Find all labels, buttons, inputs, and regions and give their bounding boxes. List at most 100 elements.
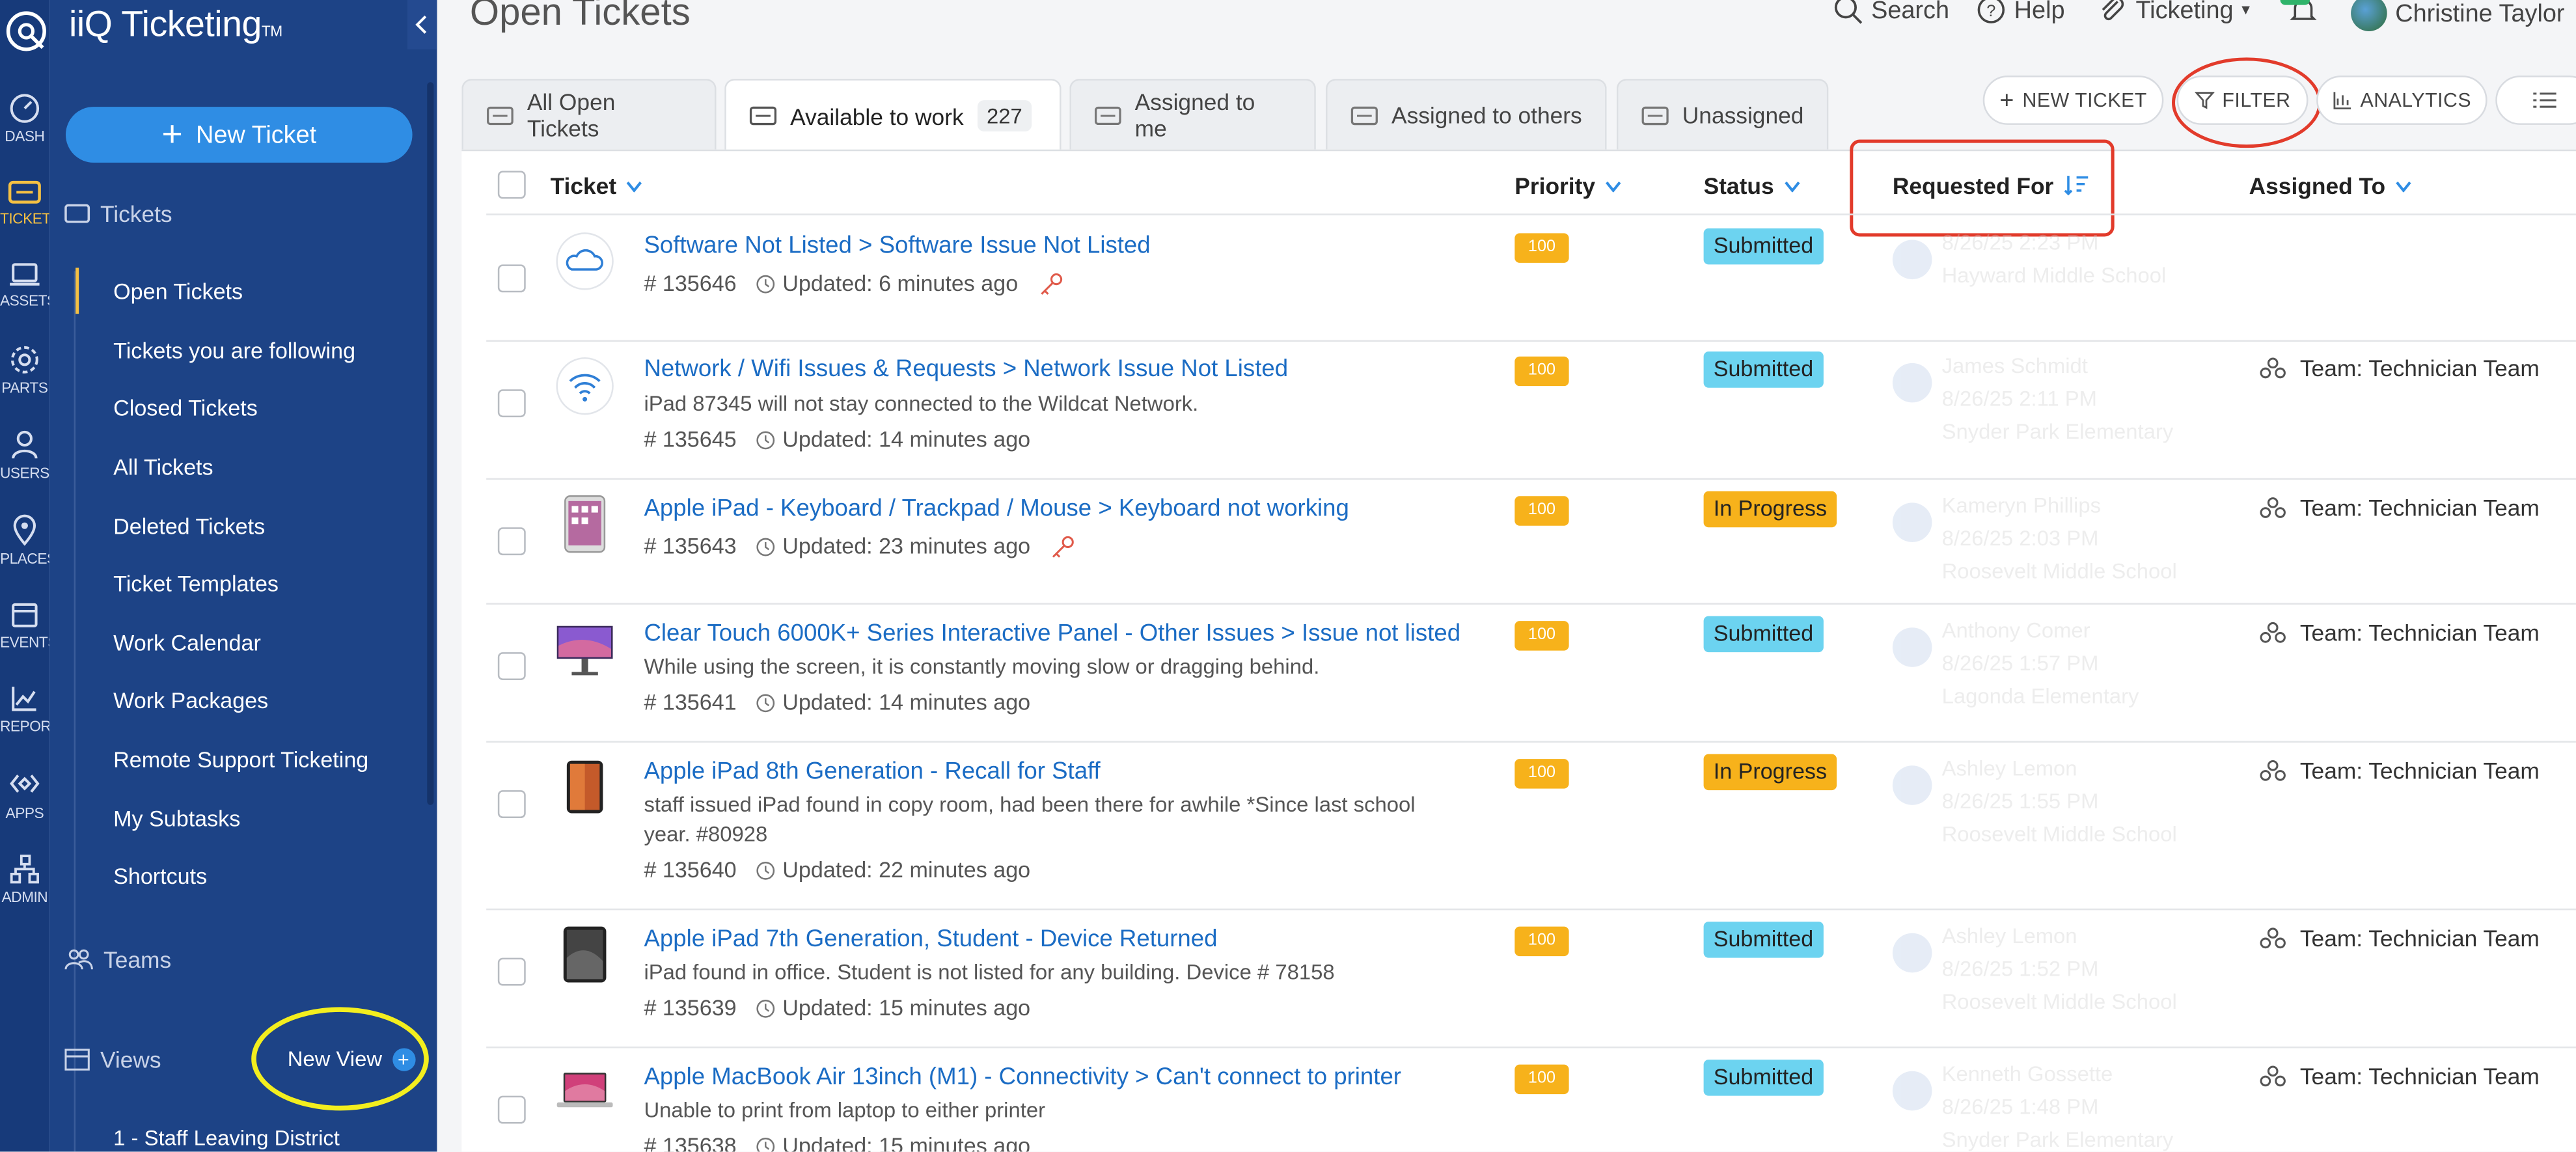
column-label: Assigned To	[2249, 172, 2386, 199]
sidebar-item-shortcuts[interactable]: Shortcuts	[113, 864, 207, 889]
tab-all-open-tickets[interactable]: All Open Tickets	[461, 79, 717, 150]
user-menu[interactable]: Christine Taylor	[2351, 0, 2565, 31]
help-button[interactable]: ? Help	[1977, 0, 2065, 25]
sidebar-item-open-tickets[interactable]: Open Tickets	[113, 279, 243, 304]
sidebar-section-teams[interactable]: Teams	[64, 946, 171, 972]
iiq-logo-icon	[6, 11, 46, 51]
requested-date: 8/26/25 2:23 PM	[1941, 230, 2099, 255]
rail-item-users[interactable]: USERS	[0, 429, 49, 482]
user-name: Christine Taylor	[2395, 0, 2565, 27]
rail-item-report[interactable]: REPORT	[0, 682, 60, 734]
tab-unassigned[interactable]: Unassigned	[1616, 79, 1829, 150]
collapse-sidebar-button[interactable]	[407, 0, 437, 49]
rail-item-admin[interactable]: ADMIN	[0, 853, 49, 905]
ticket-thumbnail-cloud	[555, 232, 614, 291]
rail-item-assets[interactable]: ASSETS	[0, 260, 57, 309]
assigned-to-cell[interactable]: Team: Technician Team	[2259, 620, 2540, 646]
module-switcher[interactable]: Ticketing ▾	[2098, 0, 2250, 25]
ticket-title-link[interactable]: Apple MacBook Air 13inch (M1) - Connecti…	[644, 1065, 1401, 1091]
assigned-to-cell[interactable]: Team: Technician Team	[2259, 495, 2540, 521]
ticket-description: staff issued iPad found in copy room, ha…	[644, 791, 1416, 846]
requested-for-cell[interactable]: Ashley Lemon 8/26/25 1:52 PM Roosevelt Mid…	[1889, 920, 2202, 1019]
key-icon	[1052, 535, 1075, 557]
rail-item-parts[interactable]: PARTS	[0, 344, 49, 396]
sidebar-item-closed[interactable]: Closed Tickets	[113, 396, 258, 420]
row-checkbox[interactable]	[497, 957, 526, 986]
ticket-title-link[interactable]: Clear Touch 6000K+ Series Interactive Pa…	[644, 621, 1460, 647]
row-checkbox[interactable]	[497, 527, 526, 556]
requested-for-cell[interactable]: Ashley Lemon 8/26/25 1:55 PM Roosevelt Mid…	[1889, 752, 2202, 851]
avatar	[1892, 502, 1932, 542]
ticket-title-link[interactable]: Apple iPad 7th Generation, Student - Dev…	[644, 927, 1217, 953]
assigned-to-cell[interactable]: Team: Technician Team	[2259, 925, 2540, 952]
row-checkbox[interactable]	[497, 1095, 526, 1124]
tab-assigned-to-me[interactable]: Assigned to me	[1069, 79, 1316, 150]
priority-badge: 100	[1514, 621, 1569, 651]
column-header-ticket[interactable]: Ticket	[551, 172, 643, 199]
sidebar-item-all[interactable]: All Tickets	[113, 455, 213, 480]
sidebar-item-following[interactable]: Tickets you are following	[113, 338, 355, 363]
priority-badge: 100	[1514, 759, 1569, 789]
action-label: ANALYTICS	[2360, 89, 2472, 112]
highlight-ring-new-view	[251, 1007, 429, 1111]
assigned-to-cell[interactable]: Team: Technician Team	[2259, 355, 2540, 381]
tab-assigned-to-others[interactable]: Assigned to others	[1326, 79, 1607, 150]
analytics-button[interactable]: ANALYTICS	[2316, 75, 2487, 125]
view-options-button[interactable]	[2495, 75, 2576, 125]
sidebar-item-templates[interactable]: Ticket Templates	[113, 571, 279, 596]
ticket-title-link[interactable]: Network / Wifi Issues & Requests > Netwo…	[644, 357, 1288, 383]
tab-label: Unassigned	[1682, 102, 1804, 128]
select-all-checkbox[interactable]	[497, 171, 526, 199]
ticket-number: # 135643	[644, 534, 737, 559]
assigned-to-cell[interactable]: Team: Technician Team	[2259, 758, 2540, 784]
rail-item-apps[interactable]: APPS	[0, 769, 49, 821]
sidebar-section-tickets[interactable]: Tickets	[64, 200, 172, 226]
ticket-icon	[1641, 105, 1669, 124]
search-button[interactable]: Search	[1833, 0, 1949, 25]
requester-name: Kenneth Gossette	[1941, 1061, 2113, 1086]
column-header-priority[interactable]: Priority	[1514, 172, 1621, 199]
row-checkbox[interactable]	[497, 264, 526, 293]
requester-location: Roosevelt Middle School	[1941, 989, 2177, 1014]
column-header-status[interactable]: Status	[1704, 172, 1800, 199]
sidebar-divider	[74, 271, 76, 1152]
ticket-meta: # 135643 Updated: 23 minutes ago	[644, 534, 1076, 558]
sidebar-item-work-packages[interactable]: Work Packages	[113, 689, 268, 713]
requested-for-cell[interactable]: Kenneth Gossette 8/26/25 1:48 PM Snyder Pa…	[1889, 1058, 2202, 1151]
sidebar-item-deleted[interactable]: Deleted Tickets	[113, 514, 265, 539]
requested-for-cell[interactable]: James Schmidt 8/26/25 2:11 PM Snyder Park …	[1889, 350, 2202, 448]
row-checkbox[interactable]	[497, 652, 526, 681]
tab-available-to-work[interactable]: Available to work 227	[724, 79, 1062, 152]
sidebar-scrollbar[interactable]	[427, 82, 434, 805]
sidebar-view-item[interactable]: 1 - Staff Leaving District	[113, 1125, 340, 1150]
ticket-title-link[interactable]: Software Not Listed > Software Issue Not…	[644, 233, 1150, 259]
tab-label: Assigned to others	[1391, 102, 1582, 128]
sidebar-item-work-calendar[interactable]: Work Calendar	[113, 631, 261, 655]
app-logo[interactable]: iiQ TicketingTM	[0, 0, 437, 56]
sidebar-section-views[interactable]: Views	[64, 1047, 161, 1073]
assigned-to-cell[interactable]: Team: Technician Team	[2259, 1063, 2540, 1090]
rail-item-places[interactable]: PLACES	[0, 514, 57, 567]
clock-icon	[757, 998, 775, 1017]
new-ticket-label: New Ticket	[196, 120, 317, 149]
new-ticket-action-button[interactable]: + NEW TICKET	[1982, 75, 2164, 125]
ticket-title-link[interactable]: Apple iPad - Keyboard / Trackpad / Mouse…	[644, 496, 1349, 522]
requester-name: Ashley Lemon	[1941, 923, 2077, 948]
requested-for-cell[interactable]: Anthony Comer 8/26/25 1:57 PM Lagonda Elem…	[1889, 614, 2202, 713]
ticket-number: # 135645	[644, 427, 737, 452]
new-ticket-button[interactable]: + New Ticket	[65, 107, 413, 163]
rail-item-dash[interactable]: DASH	[0, 92, 49, 144]
requested-for-cell[interactable]: Kameryn Phillips 8/26/25 2:03 PM Roosevelt…	[1889, 489, 2202, 588]
column-header-assigned-to[interactable]: Assigned To	[2249, 172, 2412, 199]
rail-item-events[interactable]: EVENTS	[0, 598, 57, 651]
row-checkbox[interactable]	[497, 790, 526, 819]
requested-for-cell[interactable]: 8/26/25 2:23 PM Hayward Middle School	[1889, 226, 2202, 292]
rail-item-tickets[interactable]: TICKETS	[0, 178, 61, 226]
column-label: Ticket	[550, 172, 617, 199]
sidebar-item-subtasks[interactable]: My Subtasks	[113, 806, 240, 831]
ticket-description: iPad found in office. Student is not lis…	[644, 959, 1335, 984]
sidebar-item-remote-support[interactable]: Remote Support Ticketing	[113, 748, 368, 773]
ticket-title-link[interactable]: Apple iPad 8th Generation - Recall for S…	[644, 759, 1100, 785]
row-checkbox[interactable]	[497, 389, 526, 418]
search-icon	[1834, 0, 1863, 24]
